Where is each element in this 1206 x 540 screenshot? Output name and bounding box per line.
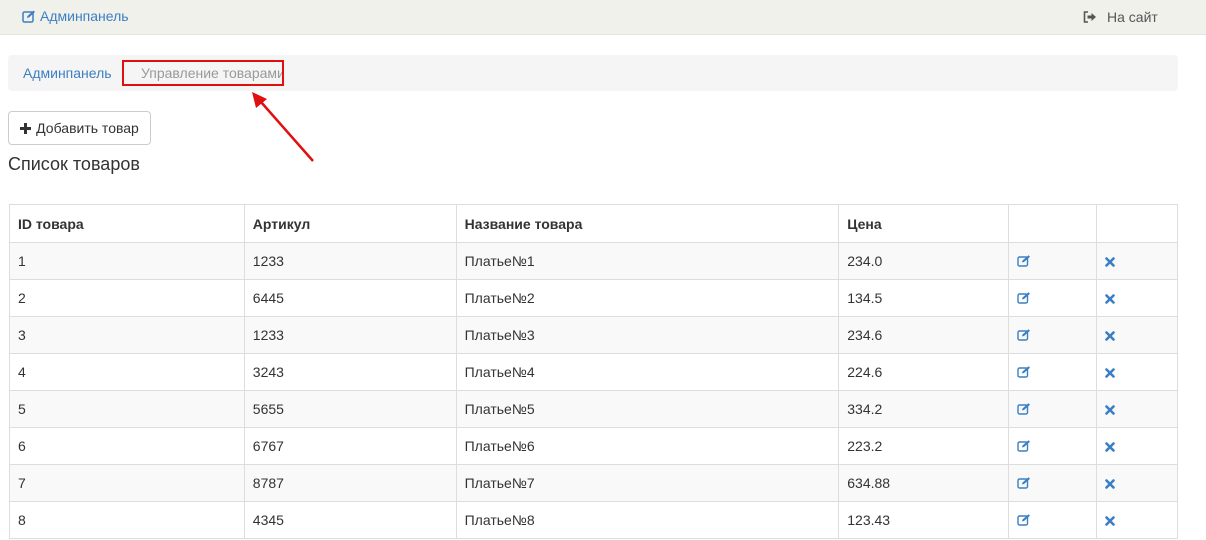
table-row: 7 8787 Платье№7 634.88 bbox=[9, 464, 1178, 502]
cell-price: 334.2 bbox=[838, 390, 1010, 428]
edit-icon[interactable] bbox=[1017, 439, 1031, 455]
cell-id: 8 bbox=[9, 501, 245, 539]
cell-edit bbox=[1008, 279, 1098, 317]
cell-edit bbox=[1008, 390, 1098, 428]
header-delete bbox=[1096, 204, 1178, 243]
table-header-row: ID товара Артикул Название товара Цена bbox=[9, 204, 1178, 243]
table-row: 5 5655 Платье№5 334.2 bbox=[9, 390, 1178, 428]
cell-price: 224.6 bbox=[838, 353, 1010, 391]
cell-price: 134.5 bbox=[838, 279, 1010, 317]
cell-edit bbox=[1008, 464, 1098, 502]
table-row: 2 6445 Платье№2 134.5 bbox=[9, 279, 1178, 317]
cell-sku: 4345 bbox=[243, 501, 457, 539]
cell-delete bbox=[1096, 242, 1178, 280]
remove-icon[interactable] bbox=[1105, 328, 1115, 344]
cell-price: 234.0 bbox=[838, 242, 1010, 280]
cell-delete bbox=[1096, 464, 1178, 502]
cell-price: 634.88 bbox=[838, 464, 1010, 502]
cell-sku: 1233 bbox=[243, 316, 457, 354]
cell-id: 7 bbox=[9, 464, 245, 502]
table-row: 3 1233 Платье№3 234.6 bbox=[9, 316, 1178, 354]
edit-icon[interactable] bbox=[1017, 365, 1031, 381]
table-row: 4 3243 Платье№4 224.6 bbox=[9, 353, 1178, 391]
remove-icon[interactable] bbox=[1105, 254, 1115, 270]
header-price: Цена bbox=[838, 204, 1010, 243]
cell-edit bbox=[1008, 427, 1098, 465]
header-id: ID товара bbox=[9, 204, 245, 243]
cell-name: Платье№5 bbox=[455, 390, 840, 428]
edit-icon[interactable] bbox=[1017, 402, 1031, 418]
cell-delete bbox=[1096, 427, 1178, 465]
remove-icon[interactable] bbox=[1105, 402, 1115, 418]
cell-sku: 8787 bbox=[243, 464, 457, 502]
cell-id: 1 bbox=[9, 242, 245, 280]
cell-edit bbox=[1008, 242, 1098, 280]
cell-sku: 3243 bbox=[243, 353, 457, 391]
add-product-button[interactable]: Добавить товар bbox=[8, 111, 151, 145]
remove-icon[interactable] bbox=[1105, 439, 1115, 455]
cell-sku: 6767 bbox=[243, 427, 457, 465]
cell-price: 223.2 bbox=[838, 427, 1010, 465]
cell-delete bbox=[1096, 279, 1178, 317]
cell-name: Платье№4 bbox=[455, 353, 840, 391]
cell-name: Платье№8 bbox=[455, 501, 840, 539]
header-edit bbox=[1008, 204, 1098, 243]
table-row: 8 4345 Платье№8 123.43 bbox=[9, 501, 1178, 539]
products-table: ID товара Артикул Название товара Цена 1… bbox=[9, 204, 1178, 539]
cell-name: Платье№1 bbox=[455, 242, 840, 280]
cell-sku: 1233 bbox=[243, 242, 457, 280]
remove-icon[interactable] bbox=[1105, 513, 1115, 529]
cell-delete bbox=[1096, 316, 1178, 354]
cell-sku: 5655 bbox=[243, 390, 457, 428]
cell-name: Платье№6 bbox=[455, 427, 840, 465]
cell-name: Платье№3 bbox=[455, 316, 840, 354]
header-name: Название товара bbox=[455, 204, 840, 243]
cell-id: 4 bbox=[9, 353, 245, 391]
cell-delete bbox=[1096, 501, 1178, 539]
cell-id: 2 bbox=[9, 279, 245, 317]
edit-icon[interactable] bbox=[1017, 476, 1031, 492]
edit-icon[interactable] bbox=[1017, 513, 1031, 529]
remove-icon[interactable] bbox=[1105, 365, 1115, 381]
cell-name: Платье№2 bbox=[455, 279, 840, 317]
table-row: 6 6767 Платье№6 223.2 bbox=[9, 427, 1178, 465]
cell-sku: 6445 bbox=[243, 279, 457, 317]
cell-delete bbox=[1096, 353, 1178, 391]
cell-name: Платье№7 bbox=[455, 464, 840, 502]
table-row: 1 1233 Платье№1 234.0 bbox=[9, 242, 1178, 280]
remove-icon[interactable] bbox=[1105, 291, 1115, 307]
remove-icon[interactable] bbox=[1105, 476, 1115, 492]
cell-price: 234.6 bbox=[838, 316, 1010, 354]
cell-edit bbox=[1008, 353, 1098, 391]
header-sku: Артикул bbox=[243, 204, 457, 243]
cell-id: 6 bbox=[9, 427, 245, 465]
cell-delete bbox=[1096, 390, 1178, 428]
edit-icon[interactable] bbox=[1017, 254, 1031, 270]
cell-id: 5 bbox=[9, 390, 245, 428]
edit-icon[interactable] bbox=[1017, 291, 1031, 307]
page-title: Список товаров bbox=[8, 154, 140, 174]
cell-id: 3 bbox=[9, 316, 245, 354]
add-product-label: Добавить товар bbox=[36, 120, 139, 136]
cell-edit bbox=[1008, 316, 1098, 354]
cell-edit bbox=[1008, 501, 1098, 539]
cell-price: 123.43 bbox=[838, 501, 1010, 539]
plus-icon bbox=[20, 122, 32, 134]
edit-icon[interactable] bbox=[1017, 328, 1031, 344]
